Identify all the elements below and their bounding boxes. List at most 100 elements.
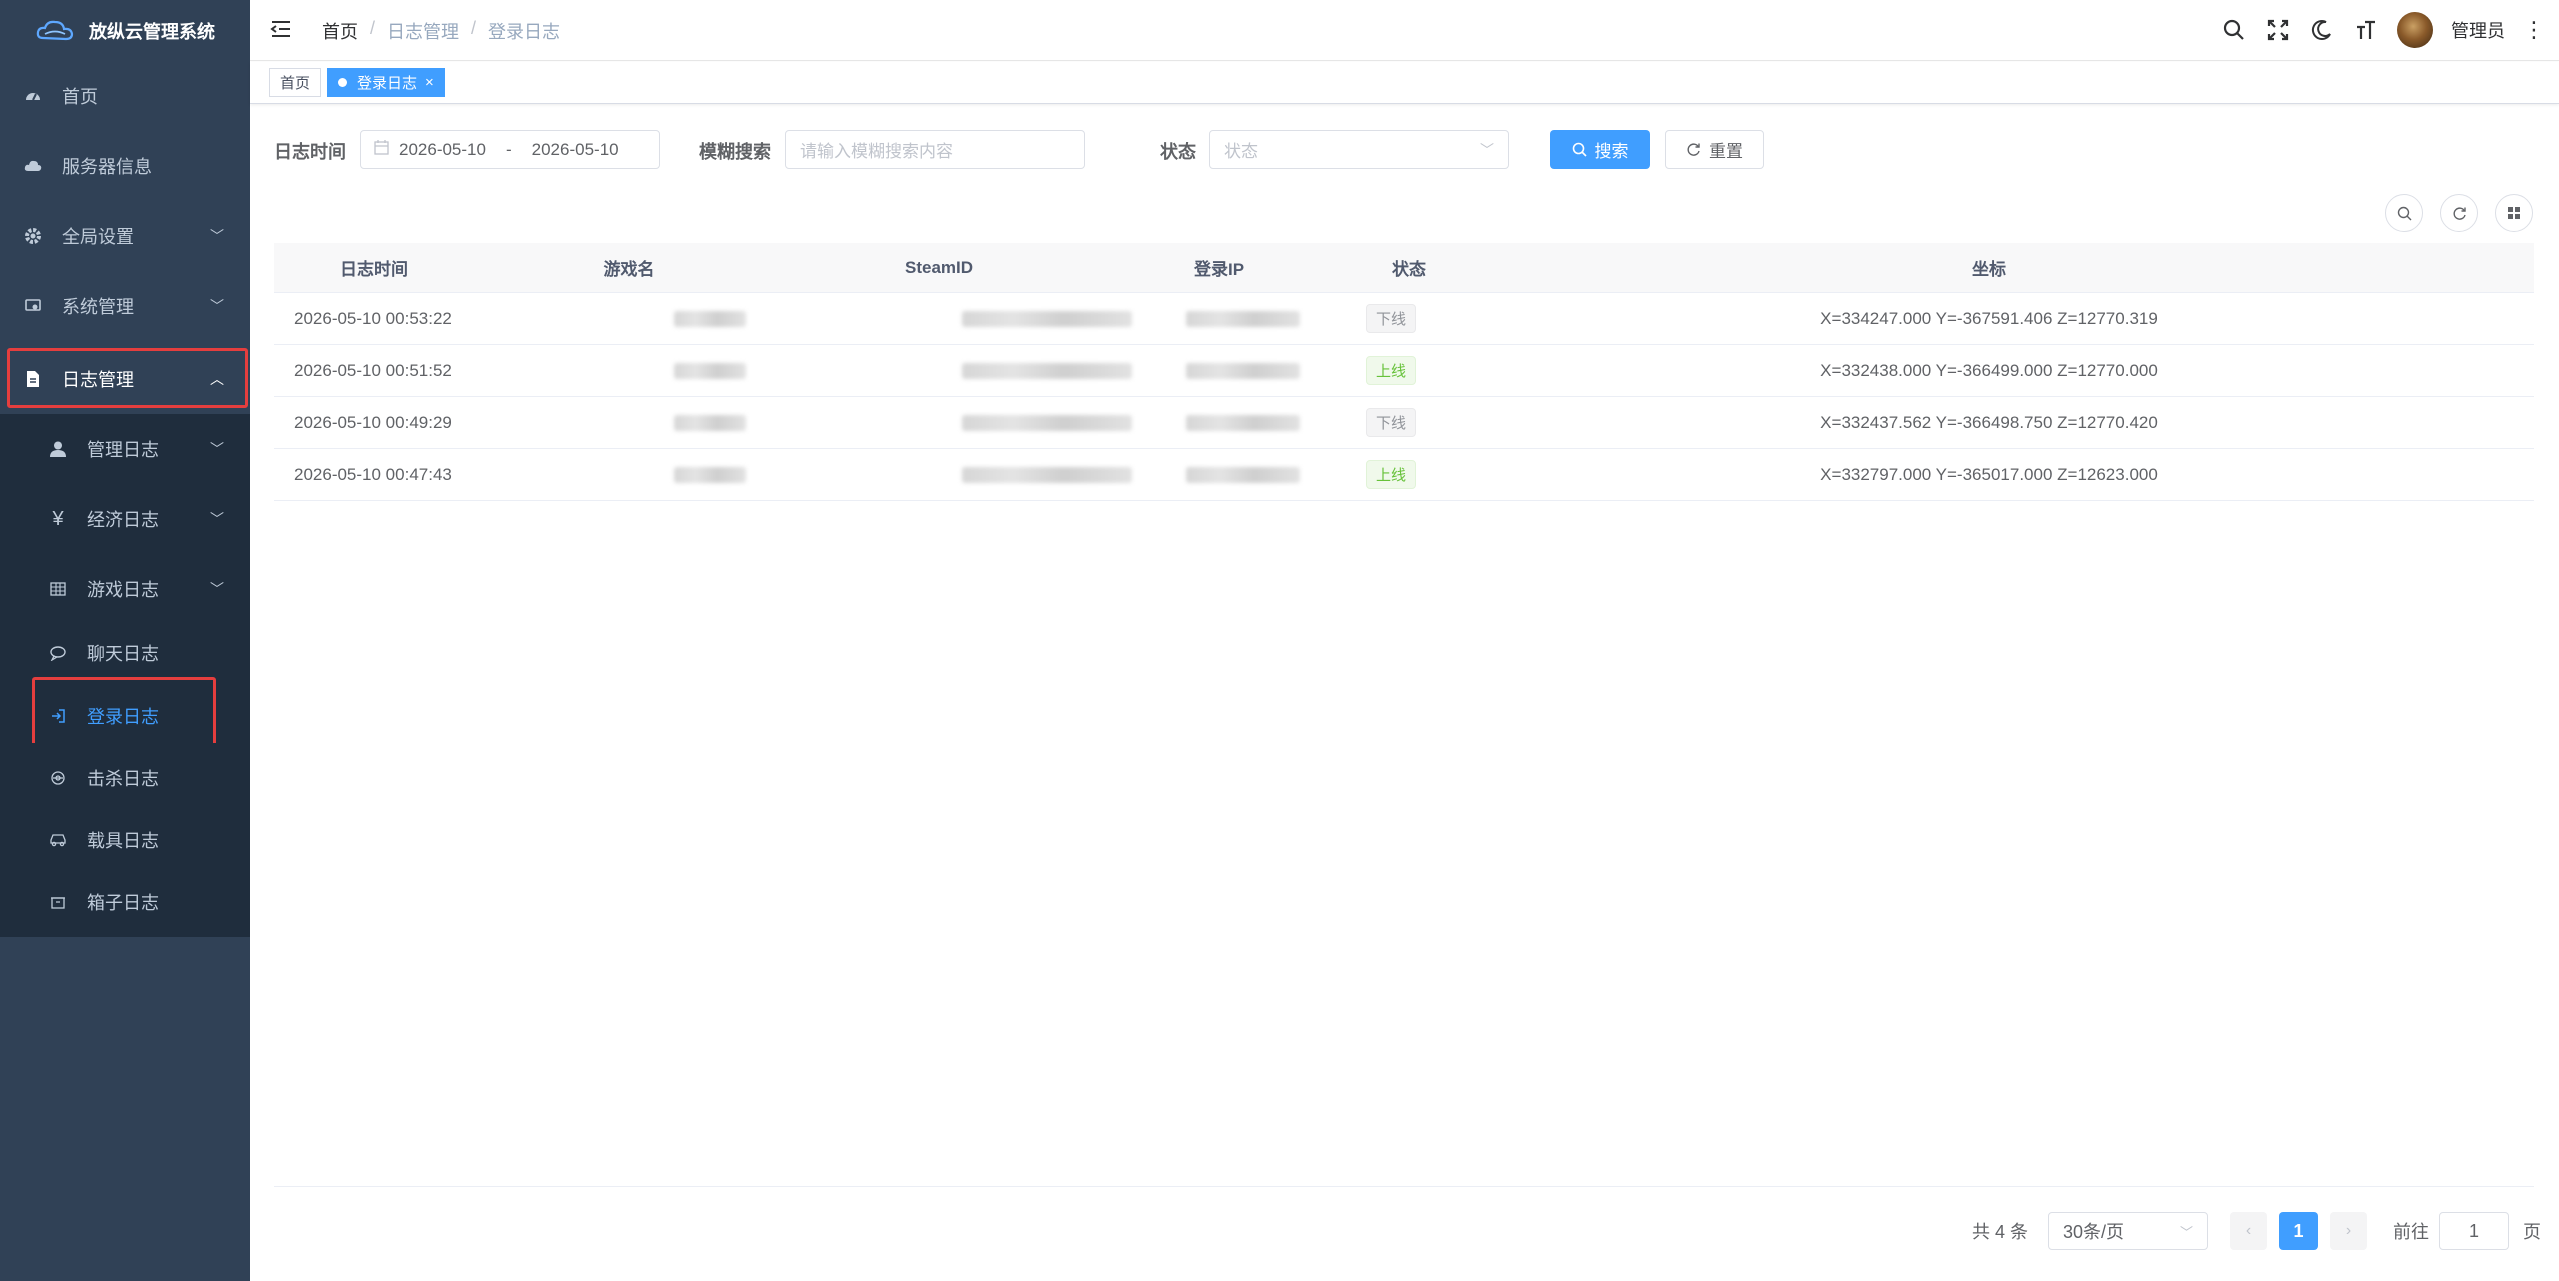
highlight-log-management: [7, 348, 248, 408]
table-row[interactable]: 2026-05-10 00:53:22 下线 X=334247.000 Y=-3…: [274, 293, 2534, 345]
goto-page-input[interactable]: 1: [2439, 1212, 2510, 1250]
blurred-game-name: [674, 362, 746, 379]
blurred-login-ip: [1186, 310, 1300, 327]
sidebar-item-admin-log[interactable]: 管理日志 ﹀: [0, 414, 250, 484]
page-suffix: 页: [2523, 1222, 2542, 1242]
search-button-label: 搜索: [1594, 142, 1629, 161]
table-row[interactable]: 2026-05-10 00:49:29 下线 X=332437.562 Y=-3…: [274, 397, 2534, 449]
blurred-login-ip: [1186, 466, 1300, 483]
fuzzy-label: 模糊搜索: [699, 142, 771, 162]
status-badge: 上线: [1366, 460, 1417, 489]
sidebar-item-system-management[interactable]: 系统管理 ﹀: [0, 271, 250, 341]
hamburger-icon[interactable]: [270, 19, 292, 41]
cell-coordinates: X=332797.000 Y=-365017.000 Z=12623.000: [1820, 464, 2158, 484]
table-row[interactable]: 2026-05-10 00:47:43 上线 X=332797.000 Y=-3…: [274, 449, 2534, 501]
top-navbar: 首页 / 日志管理 / 登录日志 管理员 ⋮: [250, 0, 2559, 61]
sidebar-item-home[interactable]: 首页: [0, 61, 250, 131]
status-select[interactable]: 状态 ﹀: [1209, 130, 1509, 169]
sidebar-item-economy-log[interactable]: ¥ 经济日志 ﹀: [0, 484, 250, 554]
column-header-time: 日志时间: [340, 260, 408, 279]
column-header-coordinates: 坐标: [1972, 260, 2006, 279]
header-toolbar: 管理员 ⋮: [2221, 12, 2545, 48]
date-start[interactable]: 2026-05-10: [399, 140, 486, 160]
chevron-down-icon: ﹀: [210, 298, 224, 314]
search-icon: [2397, 206, 2411, 220]
font-size-icon[interactable]: [2353, 17, 2379, 43]
monitor-icon: [22, 295, 44, 317]
sidebar-item-label: 载具日志: [87, 831, 159, 851]
table-row[interactable]: 2026-05-10 00:51:52 上线 X=332438.000 Y=-3…: [274, 345, 2534, 397]
chevron-down-icon: ﹀: [2180, 1224, 2194, 1240]
date-range-picker[interactable]: 2026-05-10 - 2026-05-10: [360, 130, 660, 169]
page-1-button[interactable]: 1: [2279, 1212, 2319, 1250]
blurred-game-name: [674, 414, 746, 431]
user-icon: [47, 438, 69, 460]
status-badge: 上线: [1366, 356, 1417, 385]
grid-icon: [2508, 207, 2520, 219]
prev-page-button[interactable]: ‹: [2230, 1212, 2268, 1250]
table-header: 日志时间 游戏名 SteamID 登录IP 状态 坐标: [274, 243, 2534, 293]
sidebar-item-kill-log[interactable]: 击杀日志: [0, 743, 250, 813]
refresh-button[interactable]: [2440, 194, 2478, 232]
date-end[interactable]: 2026-05-10: [532, 140, 619, 160]
page-size-select[interactable]: 30条/页 ﹀: [2048, 1212, 2209, 1250]
goto-page-value: 1: [2469, 1220, 2480, 1241]
next-page-button[interactable]: ›: [2330, 1212, 2368, 1250]
column-header-game-name: 游戏名: [603, 260, 655, 279]
yen-icon: ¥: [52, 507, 64, 530]
app-title: 放纵云管理系统: [89, 21, 215, 42]
chevron-down-icon: ﹀: [210, 441, 224, 457]
reset-button[interactable]: 重置: [1665, 130, 1764, 169]
fuzzy-search-input[interactable]: 请输入模糊搜索内容: [785, 130, 1085, 169]
status-placeholder: 状态: [1224, 142, 1258, 161]
tag-home[interactable]: 首页: [269, 68, 322, 97]
highlight-login-log: [32, 677, 216, 749]
sidebar: 放纵云管理系统 首页 服务器信息 全局设置 ﹀ 系统管理 ﹀ 日志管理 ︿ 管理…: [0, 0, 250, 1281]
columns-button[interactable]: [2495, 194, 2533, 232]
avatar[interactable]: [2397, 12, 2433, 48]
sidebar-item-label: 管理日志: [87, 440, 159, 460]
sidebar-item-global-settings[interactable]: 全局设置 ﹀: [0, 201, 250, 271]
reset-button-label: 重置: [1709, 142, 1743, 161]
pagination-divider: [274, 1186, 2534, 1187]
search-icon: [1572, 142, 1587, 157]
sidebar-item-vehicle-log[interactable]: 载具日志: [0, 805, 250, 875]
sidebar-item-box-log[interactable]: 箱子日志: [0, 867, 250, 937]
chevron-down-icon: ﹀: [210, 511, 224, 527]
moon-icon[interactable]: [2309, 17, 2335, 43]
fullscreen-icon[interactable]: [2265, 17, 2291, 43]
cell-coordinates: X=334247.000 Y=-367591.406 Z=12770.319: [1820, 308, 2158, 328]
chevron-down-icon: ﹀: [1480, 141, 1494, 158]
page-size-value: 30条/页: [2063, 1222, 2125, 1242]
sidebar-item-server-info[interactable]: 服务器信息: [0, 131, 250, 201]
app-logo[interactable]: 放纵云管理系统: [0, 0, 250, 61]
car-icon: [47, 829, 69, 851]
tag-login-log[interactable]: 登录日志 ×: [327, 68, 445, 97]
chevron-down-icon: ﹀: [210, 228, 224, 244]
cell-time: 2026-05-10 00:49:29: [294, 412, 452, 432]
status-label: 状态: [1160, 142, 1196, 162]
active-dot-icon: [338, 78, 347, 87]
toggle-search-button[interactable]: [2385, 194, 2423, 232]
login-log-table: 日志时间 游戏名 SteamID 登录IP 状态 坐标 2026-05-10 0…: [274, 243, 2534, 501]
sidebar-item-label: 箱子日志: [87, 893, 159, 913]
blurred-steamid: [962, 414, 1132, 431]
close-icon[interactable]: ×: [425, 74, 434, 91]
column-header-status: 状态: [1392, 260, 1426, 279]
sidebar-item-label: 全局设置: [62, 227, 134, 247]
breadcrumb: 首页 / 日志管理 / 登录日志: [322, 18, 560, 44]
sidebar-item-label: 服务器信息: [62, 157, 152, 177]
blurred-game-name: [674, 466, 746, 483]
sidebar-item-label: 首页: [62, 87, 98, 107]
search-button[interactable]: 搜索: [1550, 130, 1650, 169]
more-vertical-icon[interactable]: ⋮: [2523, 19, 2545, 41]
breadcrumb-home[interactable]: 首页: [322, 18, 358, 44]
target-icon: [47, 767, 69, 789]
user-name[interactable]: 管理员: [2451, 17, 2505, 43]
tags-view: 首页 登录日志 ×: [250, 62, 2559, 104]
sidebar-item-label: 击杀日志: [87, 769, 159, 789]
search-icon[interactable]: [2221, 17, 2247, 43]
sidebar-item-label: 系统管理: [62, 297, 134, 317]
sidebar-item-game-log[interactable]: 游戏日志 ﹀: [0, 554, 250, 624]
gear-icon: [22, 225, 44, 247]
